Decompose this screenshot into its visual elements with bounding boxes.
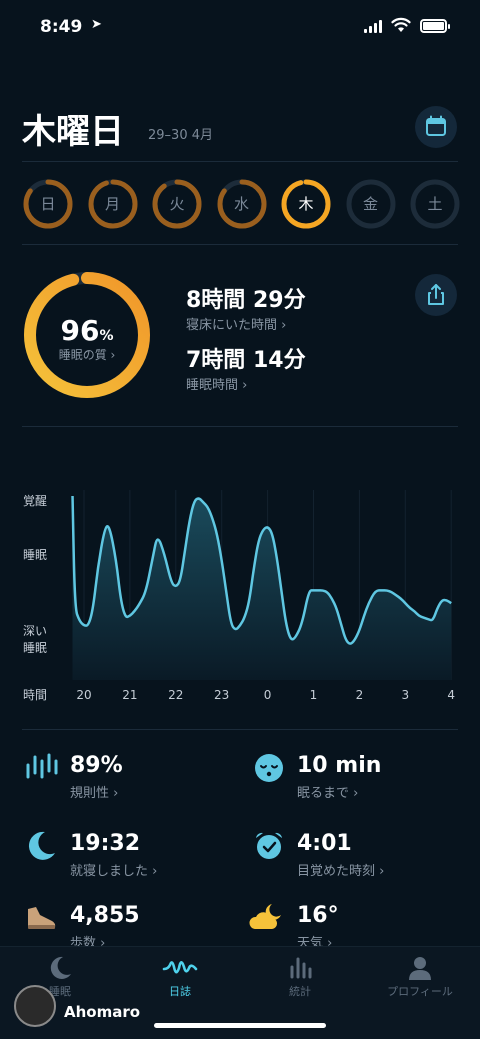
week-day-label: 火 <box>169 195 185 213</box>
week-day-label: 日 <box>40 195 56 213</box>
sleep-time-value: 7時間 14分 <box>186 348 306 373</box>
sleepy-face-icon <box>255 754 283 782</box>
divider <box>22 426 458 427</box>
week-day-label: 土 <box>427 195 443 213</box>
sleep-area <box>72 496 452 680</box>
week-day-label: 木 <box>298 195 314 213</box>
x-tick-label: 22 <box>168 688 184 702</box>
calendar-icon <box>426 115 446 136</box>
week-day-1[interactable]: 月 <box>87 178 139 230</box>
x-tick-label: 3 <box>401 688 410 702</box>
sleep-stage-chart: 覚醒 睡眠 深い 睡眠 時間 20 21 22 23 0 1 2 3 4 <box>0 480 480 705</box>
stats-grid: 89% 規則性 › 10 min 眠るまで › 19:32 就寝しました › 4… <box>0 745 480 951</box>
calendar-button[interactable] <box>415 106 457 148</box>
x-tick-label: 4 <box>447 688 456 702</box>
week-day-label: 月 <box>104 195 120 213</box>
chart-plot <box>71 490 452 680</box>
alarm-clock-icon <box>256 832 282 859</box>
divider <box>22 161 458 162</box>
week-day-3[interactable]: 水 <box>216 178 268 230</box>
weather-value: 16° <box>297 903 339 928</box>
tab-stats-label: 統計 <box>289 985 311 998</box>
watermark-text: Ahomaro <box>64 1003 141 1021</box>
share-button[interactable] <box>415 274 457 316</box>
steps-value: 4,855 <box>70 903 140 928</box>
week-day-4[interactable]: 木 <box>280 178 332 230</box>
watermark-seal <box>14 985 56 1027</box>
week-selector: 日月火水木金土 <box>22 178 462 232</box>
wake-time-link[interactable]: 目覚めた時刻 › <box>297 860 384 879</box>
cloud-moon-icon <box>249 904 281 929</box>
regularity-value: 89% <box>70 753 123 778</box>
divider <box>22 729 458 730</box>
sleep-quality-score: 96% <box>22 314 152 347</box>
sleep-quality-label[interactable]: 睡眠の質 › <box>22 346 152 363</box>
shoe-icon <box>28 907 56 929</box>
x-tick-label: 2 <box>355 688 364 702</box>
time-in-bed-link[interactable]: 寝床にいた時間 › <box>186 314 286 333</box>
regularity-link[interactable]: 規則性 › <box>70 782 118 801</box>
x-tick-label: 23 <box>214 688 230 702</box>
header: 木曜日 29–30 4月 <box>0 100 480 156</box>
week-day-5[interactable]: 金 <box>345 178 397 230</box>
regularity-bars-icon <box>26 753 58 779</box>
time-in-bed-value: 8時間 29分 <box>186 288 306 313</box>
week-day-6[interactable]: 土 <box>409 178 461 230</box>
profile-icon <box>409 957 431 980</box>
status-time: 8:49 <box>40 17 83 37</box>
cellular-signal-icon <box>364 20 382 33</box>
tab-stats[interactable]: 統計 <box>252 955 348 1001</box>
wake-time-value: 4:01 <box>297 831 352 856</box>
status-bar: 8:49 ➤ <box>0 0 480 56</box>
battery-icon <box>420 19 450 33</box>
tab-profile-label: プロフィール <box>387 985 453 998</box>
share-icon <box>428 284 444 305</box>
week-day-label: 水 <box>233 195 249 213</box>
tab-profile[interactable]: プロフィール <box>372 955 468 1001</box>
tab-journal[interactable]: 日誌 <box>132 955 228 1001</box>
divider <box>22 244 458 245</box>
x-tick-label: 1 <box>309 688 318 702</box>
x-axis-label: 時間 <box>23 688 48 702</box>
location-arrow-icon: ➤ <box>91 17 102 32</box>
wifi-icon <box>391 17 411 32</box>
x-tick-label: 21 <box>122 688 138 702</box>
x-tick-label: 0 <box>263 688 272 702</box>
sleep-quality-value: 96 <box>60 314 100 347</box>
week-day-0[interactable]: 日 <box>22 178 74 230</box>
time-to-sleep-link[interactable]: 眠るまで › <box>297 782 358 801</box>
x-tick-label: 20 <box>76 688 92 702</box>
bar-chart-icon <box>290 957 312 979</box>
home-indicator[interactable] <box>154 1023 326 1028</box>
week-day-2[interactable]: 火 <box>151 178 203 230</box>
tab-journal-label: 日誌 <box>169 985 191 998</box>
moon-icon <box>50 956 71 979</box>
sleep-summary: 96% 睡眠の質 › 8時間 29分 寝床にいた時間 › 7時間 14分 睡眠時… <box>0 266 480 416</box>
sleep-time-link[interactable]: 睡眠時間 › <box>186 374 247 393</box>
week-day-label: 金 <box>362 195 378 213</box>
date-range: 29–30 4月 <box>148 128 213 143</box>
bedtime-value: 19:32 <box>70 831 141 856</box>
sleep-quality-unit: % <box>99 328 114 344</box>
moon-icon <box>28 831 55 860</box>
time-to-sleep-value: 10 min <box>297 753 382 778</box>
page-title: 木曜日 <box>22 112 124 152</box>
bedtime-link[interactable]: 就寝しました › <box>70 860 157 879</box>
wave-icon <box>162 960 198 974</box>
